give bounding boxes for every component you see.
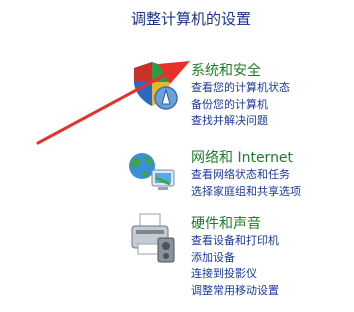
hardware-sound-links: 查看设备和打印机 添加设备 连接到投影仪 调整常用移动设置 bbox=[191, 233, 279, 299]
category-network-internet[interactable]: 网络和 Internet bbox=[191, 149, 293, 167]
link-homegroup-sharing[interactable]: 选择家庭组和共享选项 bbox=[191, 184, 301, 201]
printer-icon[interactable] bbox=[128, 212, 180, 264]
page-title: 调整计算机的设置 bbox=[131, 10, 252, 28]
network-internet-links: 查看网络状态和任务 选择家庭组和共享选项 bbox=[191, 167, 301, 200]
category-hardware-sound[interactable]: 硬件和声音 bbox=[191, 215, 261, 233]
shield-flag-icon[interactable] bbox=[128, 60, 178, 112]
network-globe-icon[interactable] bbox=[126, 148, 182, 194]
category-system-security[interactable]: 系统和安全 bbox=[191, 62, 261, 80]
link-connect-projector[interactable]: 连接到投影仪 bbox=[191, 266, 279, 283]
system-security-links: 查看您的计算机状态 备份您的计算机 查找并解决问题 bbox=[191, 80, 290, 130]
link-devices-printers[interactable]: 查看设备和打印机 bbox=[191, 233, 279, 250]
link-troubleshoot[interactable]: 查找并解决问题 bbox=[191, 113, 290, 130]
link-view-computer-status[interactable]: 查看您的计算机状态 bbox=[191, 80, 290, 97]
link-view-network-status[interactable]: 查看网络状态和任务 bbox=[191, 167, 301, 184]
link-backup-computer[interactable]: 备份您的计算机 bbox=[191, 97, 290, 114]
link-add-device[interactable]: 添加设备 bbox=[191, 250, 279, 267]
link-mobility-settings[interactable]: 调整常用移动设置 bbox=[191, 283, 279, 300]
